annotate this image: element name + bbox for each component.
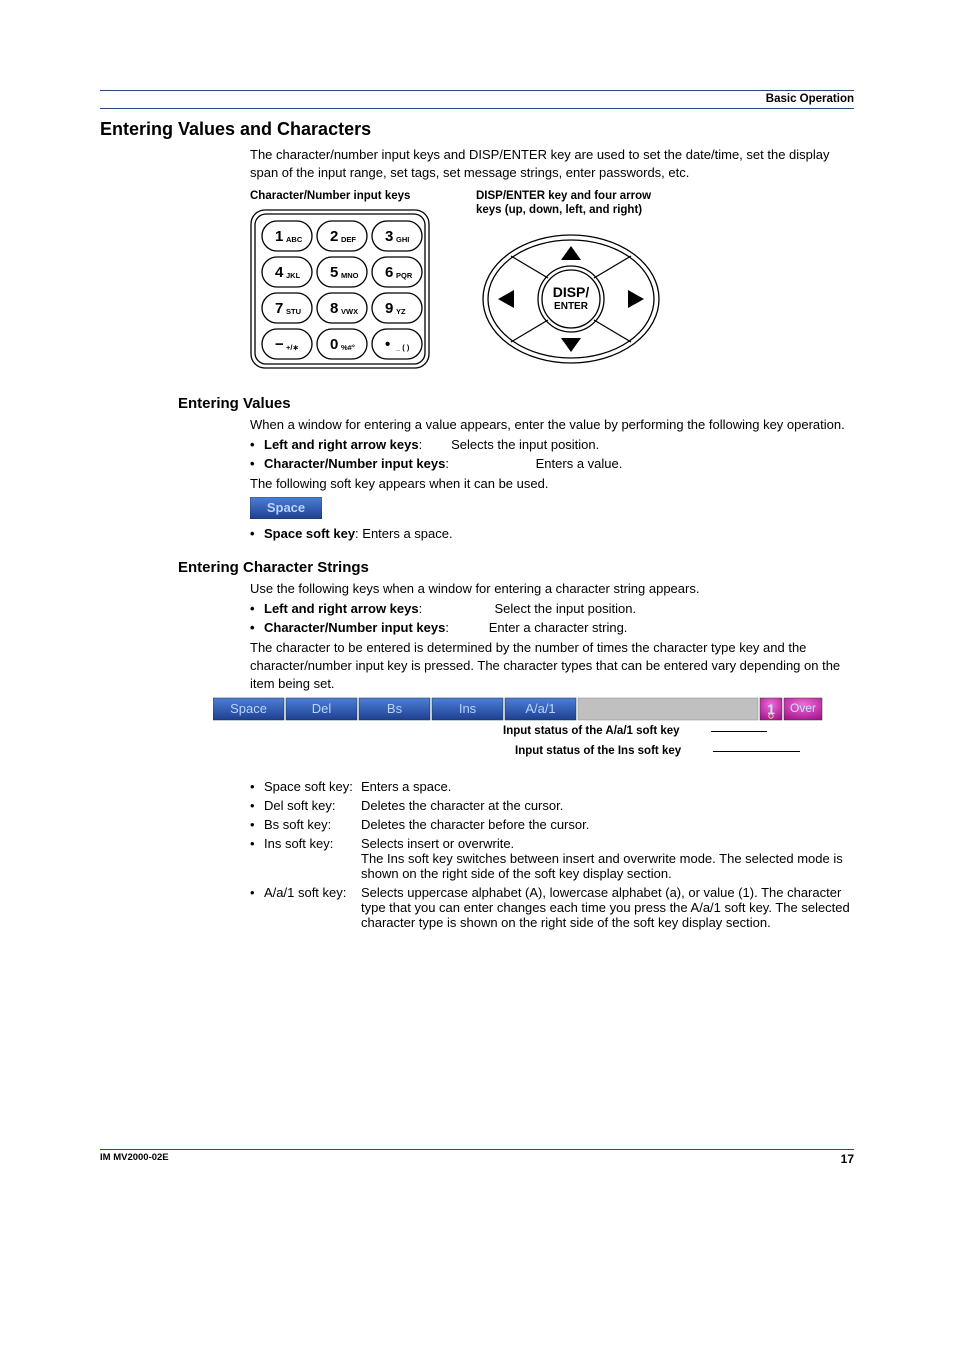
values-li2: • Character/Number input keys: Enters a … [250,456,854,471]
callout-aa1: Input status of the A/a/1 soft key [503,725,680,737]
svg-text:YZ: YZ [396,307,406,316]
intro-text: The character/number input keys and DISP… [250,146,854,181]
svg-text:9: 9 [385,300,393,317]
svg-text:JKL: JKL [286,271,301,280]
svg-text:4: 4 [275,264,284,281]
svg-text:Space: Space [230,701,267,716]
values-note: The following soft key appears when it c… [250,475,854,493]
keypad-right-label: DISP/ENTER key and four arrow keys (up, … [476,189,736,218]
doc-id: IM MV2000-02E [100,1152,169,1166]
space-softkey-icon: Space [250,497,322,519]
header-section: Basic Operation [100,93,854,108]
svg-text:Bs: Bs [387,701,403,716]
values-li3: • Space soft key: Enters a space. [250,526,854,541]
strings-li2: • Character/Number input keys: Enter a c… [250,620,854,635]
svg-text:ABC: ABC [286,235,303,244]
svg-text:1: 1 [275,228,283,245]
svg-text:PQR: PQR [396,271,413,280]
svg-text:GHI: GHI [396,235,409,244]
keypad-left-label: Character/Number input keys [250,189,468,203]
svg-text:A/a/1: A/a/1 [525,701,555,716]
svg-text:DISP/: DISP/ [553,284,590,300]
callout-ins: Input status of the Ins soft key [515,745,681,757]
svg-text:•: • [385,336,390,353]
values-li1: • Left and right arrow keys: Selects the… [250,437,854,452]
svg-text:5: 5 [330,264,338,281]
softkey-descriptions: •Space soft key:Enters a space.•Del soft… [250,779,854,930]
svg-text:Space: Space [267,500,305,515]
strings-heading: Entering Character Strings [178,559,854,576]
svg-text:_ ( ): _ ( ) [395,343,410,352]
strings-li1: • Left and right arrow keys: Select the … [250,601,854,616]
svg-text:Del: Del [312,701,332,716]
values-intro: When a window for entering a value appea… [250,416,854,434]
svg-text:7: 7 [275,300,283,317]
svg-text:MNO: MNO [341,271,359,280]
softkey-bar-illustration: Space Del Bs Ins A/a/1 1 Over [213,696,823,722]
svg-text:Over: Over [790,701,816,715]
svg-text:DEF: DEF [341,235,356,244]
svg-text:6: 6 [385,264,393,281]
svg-text:%#°: %#° [341,343,355,352]
page-number: 17 [841,1152,854,1166]
values-heading: Entering Values [178,395,854,412]
svg-text:+/∗: +/∗ [286,343,299,352]
svg-text:ENTER: ENTER [554,301,589,312]
svg-text:8: 8 [330,300,338,317]
strings-intro: Use the following keys when a window for… [250,580,854,598]
svg-text:−: − [275,336,284,353]
svg-text:1: 1 [767,701,775,717]
page-title: Entering Values and Characters [100,119,854,140]
svg-text:2: 2 [330,228,338,245]
disp-enter-illustration: DISP/ ENTER [476,224,666,374]
keypad-illustration: .kb { fill:#fff; stroke:#000; stroke-wid… [250,209,430,369]
strings-note: The character to be entered is determine… [250,639,854,692]
svg-text:0: 0 [330,336,338,353]
svg-text:STU: STU [286,307,301,316]
page-footer: IM MV2000-02E 17 [100,1149,854,1166]
svg-text:VWX: VWX [341,307,358,316]
svg-text:Ins: Ins [459,701,477,716]
svg-text:3: 3 [385,228,393,245]
